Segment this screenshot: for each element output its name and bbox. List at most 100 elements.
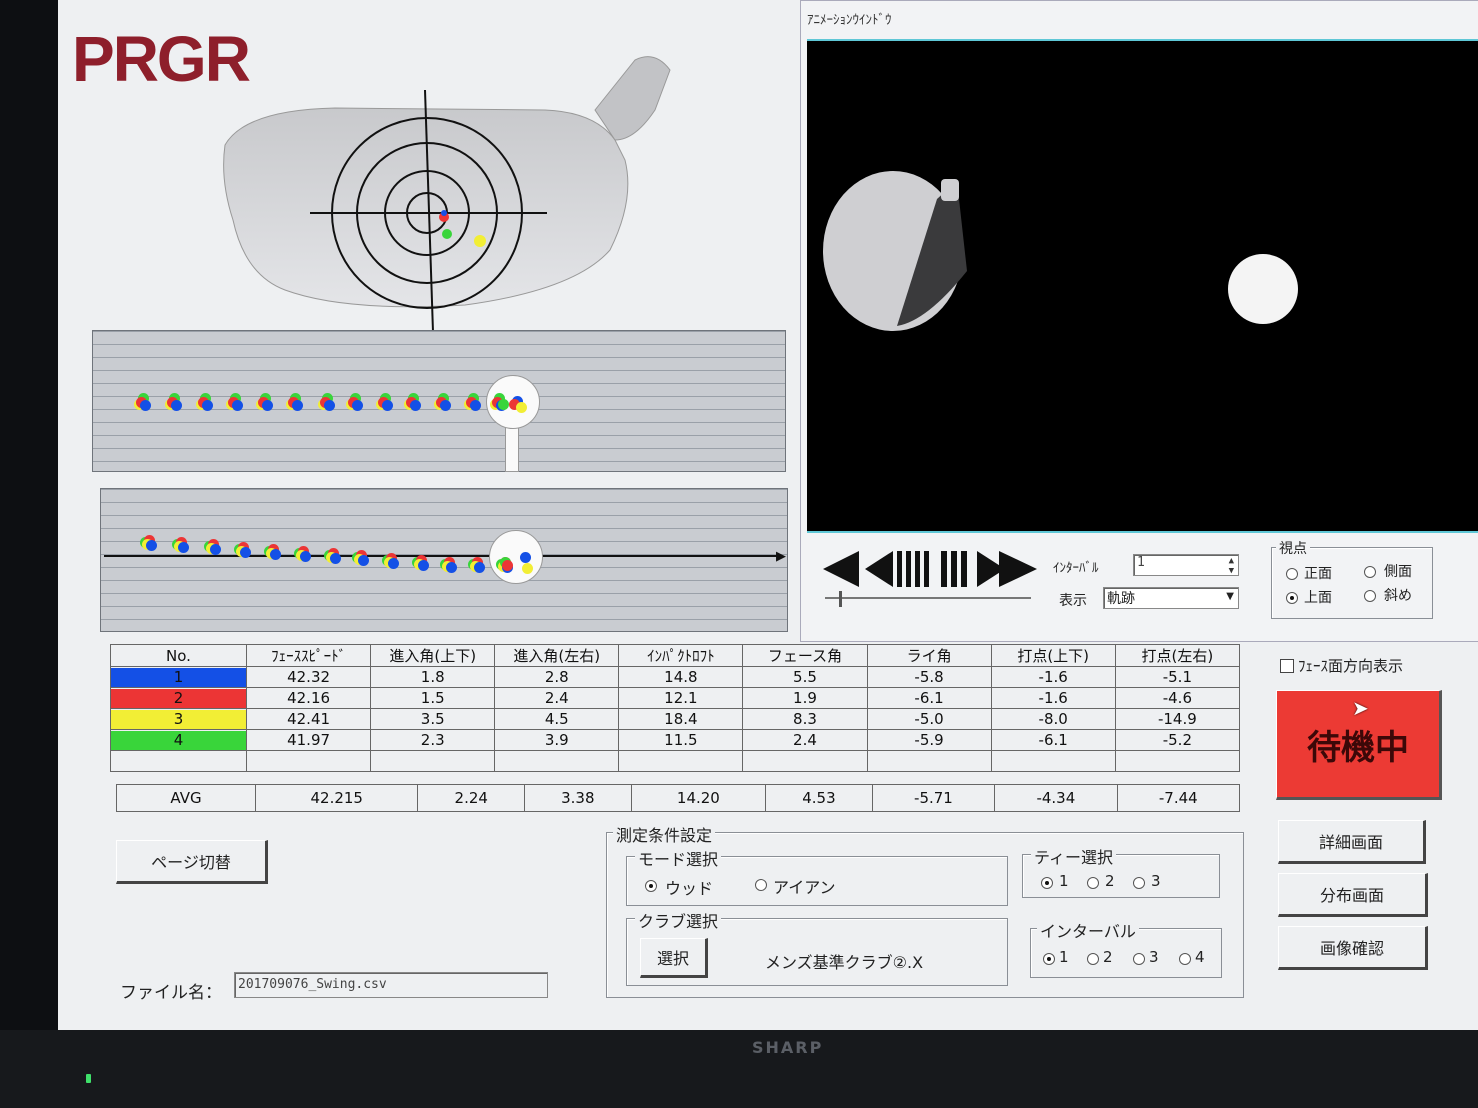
avg-label: AVG: [116, 784, 256, 812]
interval-group: インターバル 1 2 3 4: [1030, 918, 1222, 978]
animation-canvas: [807, 39, 1478, 533]
impact-dot-1: [441, 210, 447, 216]
tee-title: ティー選択: [1031, 844, 1117, 868]
chevron-down-icon: ▼: [1226, 591, 1234, 602]
trail-dot: [270, 548, 281, 560]
monitor-brand-logo: SHARP: [752, 1038, 824, 1057]
table-cell: [110, 750, 247, 772]
club-head-impact-view: [223, 56, 671, 333]
tee-1-label: 1: [1059, 872, 1069, 890]
table-cell: -5.0: [866, 708, 992, 730]
detail-screen-button[interactable]: 詳細画面: [1278, 820, 1426, 864]
avg-cell: -7.44: [1116, 784, 1241, 812]
row-number-cell: 4: [110, 729, 247, 751]
radio-tee-3[interactable]: [1133, 877, 1145, 889]
col-attack-vertical: 進入角(上下): [370, 644, 496, 667]
face-direction-checkbox[interactable]: [1280, 659, 1294, 673]
display-label: 表示: [1059, 593, 1087, 609]
monitor-bezel: [0, 1030, 1478, 1108]
table-cell: 2.8: [494, 666, 620, 688]
row-number-cell: 3: [110, 708, 247, 730]
average-row-table: AVG 42.215 2.24 3.38 14.20 4.53 -5.71 -4…: [116, 784, 1241, 812]
interval-2-label: 2: [1103, 948, 1113, 966]
row-color-swatch: 3: [111, 709, 246, 729]
table-cell: 1.9: [742, 687, 868, 709]
table-cell: 1.8: [370, 666, 496, 688]
slider-thumb[interactable]: [839, 591, 842, 607]
table-row: 2 42.16 1.5 2.4 12.1 1.9 -6.1 -1.6 -4.6: [110, 687, 1241, 709]
table-cell: 18.4: [618, 708, 744, 730]
row-color-swatch: 4: [111, 730, 246, 750]
table-cell: [990, 750, 1116, 772]
col-lie-angle: ライ角: [866, 644, 992, 667]
table-cell: 8.3: [742, 708, 868, 730]
trail-dot: [262, 400, 273, 411]
radio-tee-2[interactable]: [1087, 877, 1099, 889]
trail-dot: [470, 400, 481, 411]
step-back-button[interactable]: [897, 551, 937, 591]
radio-oblique[interactable]: [1364, 590, 1376, 602]
trail-dot: [522, 563, 533, 574]
radio-interval-3[interactable]: [1133, 953, 1145, 965]
trail-dot: [388, 557, 399, 569]
table-cell: 42.41: [245, 708, 372, 730]
interval-spinner[interactable]: 1 ▲ ▼: [1133, 554, 1239, 576]
col-face-angle: フェース角: [742, 644, 868, 667]
table-cell: 3.9: [494, 729, 620, 751]
animation-window: ｱﾆﾒｰｼｮﾝｳｲﾝﾄﾞｳ ｲﾝﾀｰﾊﾞﾙ 1 ▲ ▼ 表示 軌跡 ▼ 視点 正面 側…: [800, 0, 1478, 642]
trail-dot: [352, 400, 363, 411]
image-check-button[interactable]: 画像確認: [1278, 926, 1428, 970]
avg-cell: 4.53: [765, 784, 873, 812]
radio-tee-1[interactable]: [1041, 877, 1053, 889]
file-name-field[interactable]: 201709076_Swing.csv: [234, 972, 548, 998]
trail-dot: [440, 400, 451, 411]
radio-interval-4[interactable]: [1179, 953, 1191, 965]
table-cell: [370, 750, 496, 772]
trail-dot: [446, 562, 457, 573]
trail-dot: [202, 400, 213, 411]
table-cell: -1.6: [990, 666, 1116, 688]
table-cell: -6.1: [866, 687, 992, 709]
radio-interval-2[interactable]: [1087, 953, 1099, 965]
trail-dot: [382, 400, 393, 411]
table-cell: [245, 750, 372, 772]
table-cell: 2.3: [370, 729, 496, 751]
face-direction-label: ﾌｪｰｽ面方向表示: [1298, 657, 1404, 675]
radio-iron[interactable]: [755, 879, 767, 891]
trail-dot: [232, 400, 243, 411]
table-cell: 42.16: [245, 687, 372, 709]
table-cell: [618, 750, 744, 772]
trail-dot: [240, 546, 251, 558]
playback-slider[interactable]: [825, 591, 1031, 607]
table-cell: [1114, 750, 1241, 772]
table-cell: -8.0: [990, 708, 1116, 730]
distribution-screen-button[interactable]: 分布画面: [1278, 873, 1428, 917]
row-number-cell: 2: [110, 687, 247, 709]
stop-button[interactable]: [941, 551, 977, 591]
fast-forward-button[interactable]: [977, 551, 1039, 591]
radio-front[interactable]: [1286, 568, 1298, 580]
col-impact-loft: ｲﾝﾊﾟｸﾄﾛﾌﾄ: [618, 644, 744, 667]
radio-interval-1[interactable]: [1043, 953, 1055, 965]
radio-wood[interactable]: [645, 880, 657, 892]
radio-top[interactable]: [1286, 592, 1298, 604]
radio-side[interactable]: [1364, 566, 1376, 578]
measurement-settings-title: 測定条件設定: [613, 822, 716, 846]
results-table: No. ﾌｪｰｽｽﾋﾟｰﾄﾞ 進入角(上下) 進入角(左右) ｲﾝﾊﾟｸﾄﾛﾌﾄ…: [110, 644, 1241, 772]
row-number-cell: 1: [110, 666, 247, 688]
trail-dot: [520, 552, 531, 563]
club-select-button[interactable]: 選択: [640, 938, 708, 978]
avg-cell: 3.38: [524, 784, 632, 812]
rewind-button[interactable]: [823, 551, 895, 591]
interval-title: インターバル: [1037, 918, 1139, 942]
table-row: 4 41.97 2.3 3.9 11.5 2.4 -5.9 -6.1 -5.2: [110, 729, 1241, 751]
table-cell: 2.4: [494, 687, 620, 709]
table-cell: 5.5: [742, 666, 868, 688]
page-switch-button[interactable]: ページ切替: [116, 840, 268, 884]
trail-dot: [498, 399, 509, 410]
club-title: クラブ選択: [635, 908, 722, 932]
display-select[interactable]: 軌跡 ▼: [1103, 587, 1239, 609]
animation-scene: [823, 171, 1298, 331]
table-cell: -5.8: [866, 666, 992, 688]
animation-window-title: ｱﾆﾒｰｼｮﾝｳｲﾝﾄﾞｳ: [807, 13, 892, 28]
